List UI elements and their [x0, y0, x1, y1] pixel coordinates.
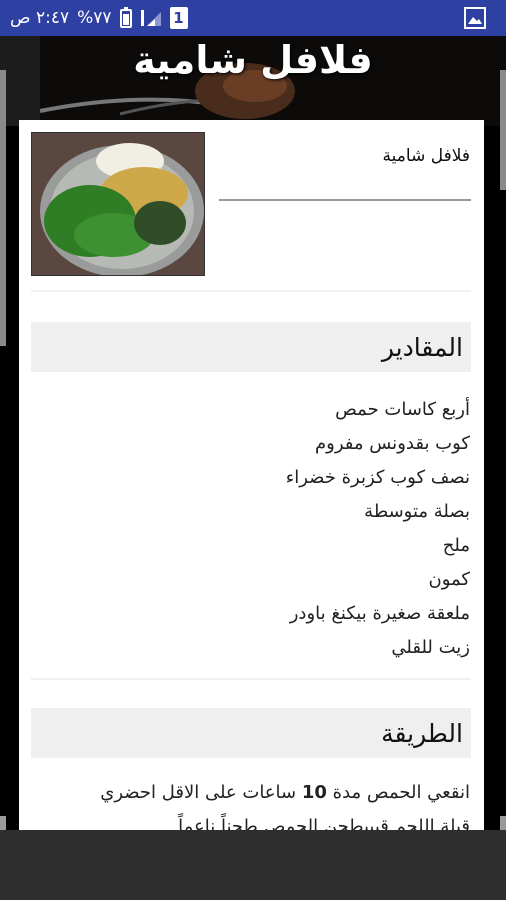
- battery-percent: %٧٧: [77, 8, 112, 28]
- scroll-edge-left: [0, 816, 6, 830]
- name-underline: [219, 199, 471, 201]
- method-line-2: قبلة اللحم قبيبطحن الحمص طحناً ناعماً: [178, 816, 470, 830]
- method-text-end: ساعات على الاقل احضري: [100, 782, 297, 803]
- status-left-group: ٢:٤٧ ص %٧٧ 1: [10, 6, 188, 29]
- scroll-indicator-left: [0, 70, 6, 346]
- ingredient-item: بصلة متوسطة: [364, 501, 470, 522]
- navigation-bar: [0, 830, 506, 900]
- page-title: فلافل شامية: [133, 38, 373, 82]
- status-bar: ٢:٤٧ ص %٧٧ 1: [0, 0, 506, 36]
- ingredient-item: ملح: [442, 535, 470, 556]
- clock: ٢:٤٧ ص: [10, 8, 70, 28]
- ingredients-list: أربع كاسات حمص كوب بقدونس مفروم نصف كوب …: [50, 393, 470, 665]
- image-icon[interactable]: [464, 7, 486, 29]
- recipe-name: فلافل شامية: [382, 146, 470, 166]
- method-hours: 10: [301, 782, 327, 803]
- method-heading: الطريقة: [31, 708, 471, 758]
- divider: [31, 290, 471, 292]
- scroll-edge-right: [500, 816, 506, 830]
- falafel-ingredients-photo: [32, 133, 204, 275]
- signal-icon: [140, 10, 161, 26]
- ingredient-item: زيت للقلي: [391, 637, 470, 658]
- hero-banner: فلافل شامية: [0, 36, 506, 126]
- method-text: انقعي الحمص مدة 10 ساعات على الاقل احضري…: [38, 776, 470, 830]
- ingredient-item: ملعقة صغيرة بيكنغ باودر: [289, 603, 470, 624]
- ingredients-heading: المقادير: [31, 322, 471, 372]
- battery-icon: [119, 6, 132, 28]
- ingredient-item: نصف كوب كزبرة خضراء: [285, 467, 470, 488]
- ingredient-item: كمون: [428, 569, 471, 590]
- sim-slot-icon: 1: [169, 7, 188, 29]
- ingredient-item: كوب بقدونس مفروم: [315, 433, 470, 454]
- method-text-start: انقعي الحمص مدة: [332, 782, 470, 803]
- recipe-photo: [31, 132, 205, 276]
- scroll-indicator-right: [500, 70, 506, 190]
- divider: [31, 678, 471, 680]
- recipe-card: فلافل شامية المقادير أربع كاسات حمص كوب …: [19, 120, 484, 830]
- ingredient-item: أربع كاسات حمص: [335, 399, 470, 420]
